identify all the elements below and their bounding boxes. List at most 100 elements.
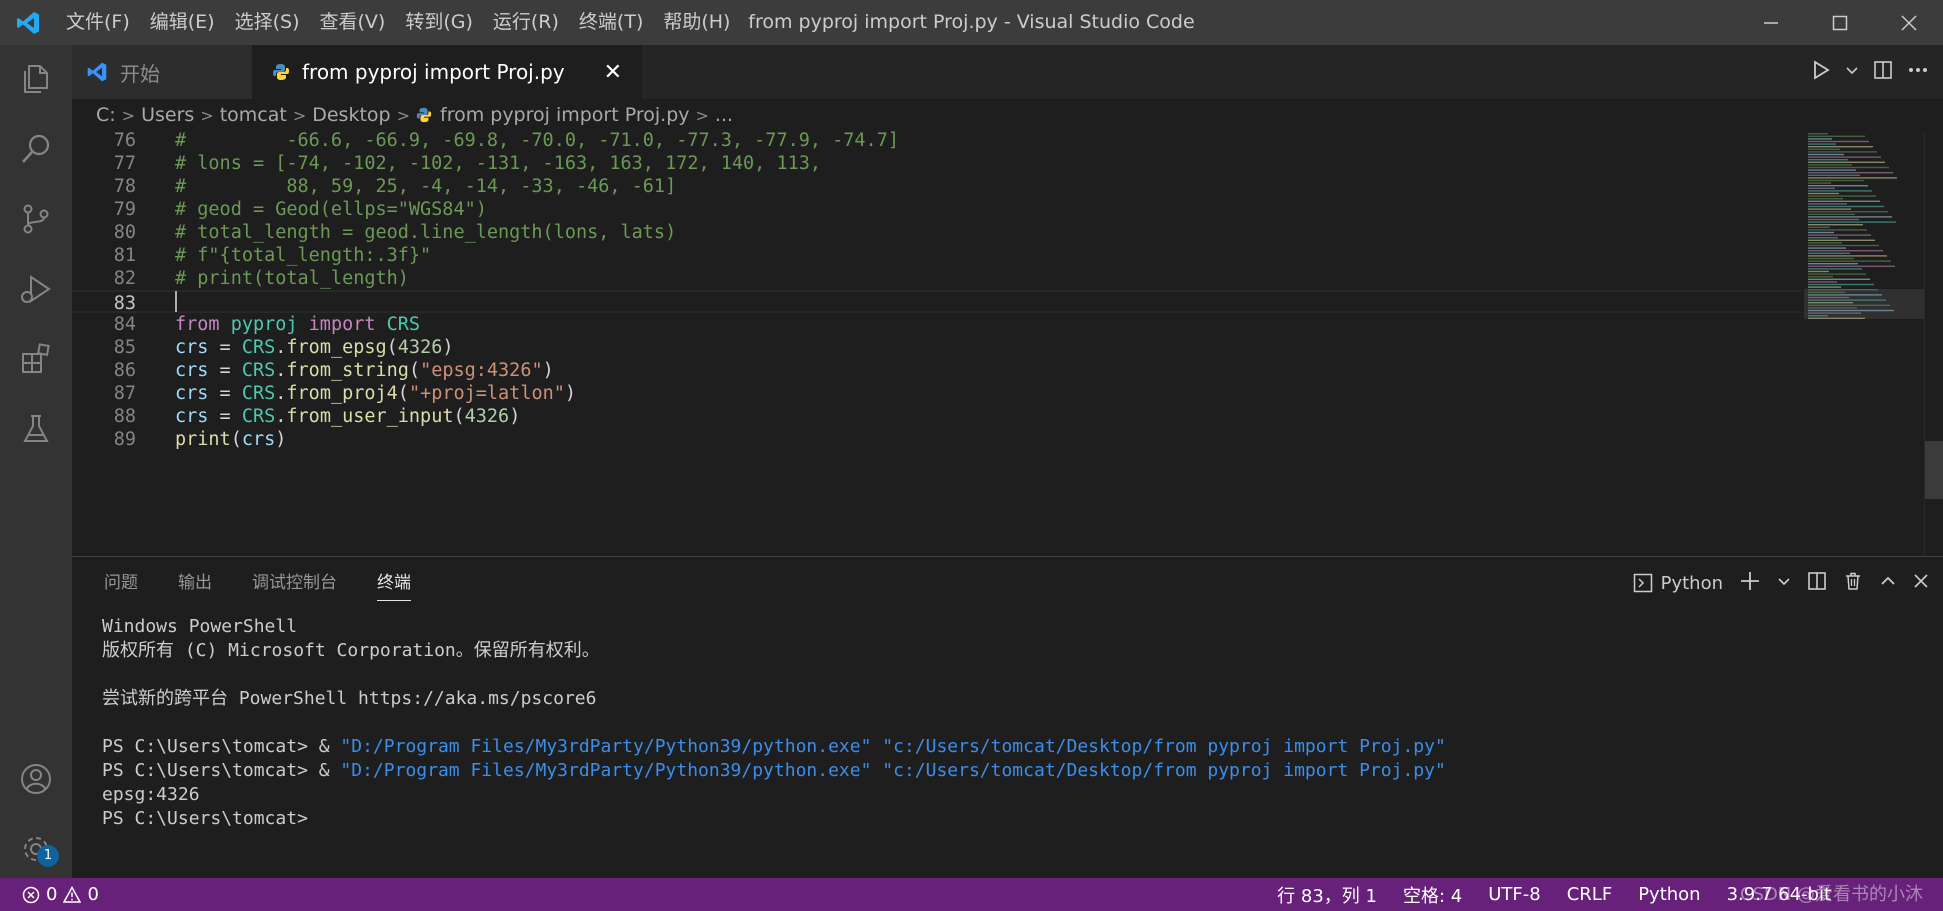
line-number: 80 (113, 222, 136, 243)
terminal-output[interactable]: Windows PowerShell 版权所有 (C) Microsoft Cor… (102, 615, 1902, 831)
breadcrumb-item[interactable]: tomcat (220, 104, 287, 126)
terminal-line: 版权所有 (C) Microsoft Corporation。保留所有权利。 (102, 640, 600, 661)
error-count: 0 (46, 884, 58, 905)
close-panel-button[interactable] (1913, 573, 1929, 593)
code-text: # f"{total_length:.3f}" (175, 245, 432, 266)
panel-tabs: 问题 输出 调试控制台 终端 (72, 557, 451, 609)
menu-terminal[interactable]: 终端(T) (569, 0, 653, 45)
terminal-line: PS C:\Users\tomcat> & "D:/Program Files/… (102, 760, 1446, 781)
breadcrumb-item[interactable]: C: (96, 104, 116, 126)
breadcrumb-item[interactable]: Users (141, 104, 194, 126)
menu-bar: 文件(F) 编辑(E) 选择(S) 查看(V) 转到(G) 运行(R) 终端(T… (56, 0, 740, 45)
run-debug-button[interactable] (0, 255, 72, 323)
code-text: print(crs) (175, 429, 287, 450)
terminal-icon (1633, 573, 1652, 593)
kill-terminal-button[interactable] (1843, 571, 1863, 595)
menu-help[interactable]: 帮助(H) (653, 0, 740, 45)
text-cursor (175, 291, 177, 312)
search-button[interactable] (0, 115, 72, 183)
vscode-logo-icon (0, 0, 56, 45)
close-window-button[interactable] (1874, 0, 1943, 45)
code-text: crs = CRS.from_epsg(4326) (175, 337, 454, 358)
bottom-panel: 问题 输出 调试控制台 终端 Python Windows PowerShell… (72, 556, 1943, 878)
trash-icon (1846, 572, 1860, 590)
terminal-dropdown-button[interactable] (1777, 574, 1791, 593)
tab-close-button[interactable]: ✕ (604, 60, 622, 85)
maximize-panel-button[interactable] (1879, 572, 1897, 594)
maximize-button[interactable] (1805, 0, 1874, 45)
line-number: 87 (113, 383, 136, 404)
indentation-status[interactable]: 空格: 4 (1403, 882, 1462, 908)
chevron-right-icon: > (695, 105, 709, 125)
code-text: crs = CRS.from_user_input(4326) (175, 406, 521, 427)
editor-scrollbar-thumb[interactable] (1925, 441, 1943, 499)
encoding-status[interactable]: UTF-8 (1488, 884, 1540, 905)
breadcrumb-item[interactable]: from pyproj import Proj.py (440, 104, 690, 126)
code-text: # lons = [-74, -102, -102, -131, -163, 1… (175, 153, 822, 174)
menu-edit[interactable]: 编辑(E) (140, 0, 225, 45)
code-text: # geod = Geod(ellps="WGS84") (175, 199, 487, 220)
chevron-down-icon (1846, 66, 1858, 74)
manage-button[interactable] (0, 815, 72, 883)
terminal-line: Windows PowerShell (102, 616, 298, 637)
terminal-line: PS C:\Users\tomcat> (102, 808, 308, 829)
minimize-button[interactable] (1736, 0, 1805, 45)
code-line: 86 crs = CRS.from_string("epsg:4326") (72, 359, 1802, 382)
menu-file[interactable]: 文件(F) (56, 0, 140, 45)
play-icon (1814, 60, 1830, 80)
source-control-button[interactable] (0, 185, 72, 253)
eol-status[interactable]: CRLF (1567, 884, 1612, 905)
accounts-button[interactable] (0, 745, 72, 813)
flask-icon (23, 415, 49, 442)
code-line: 76 # -66.6, -66.9, -69.8, -70.0, -71.0, -… (72, 131, 1802, 152)
line-number: 83 (113, 293, 136, 314)
menu-selection[interactable]: 选择(S) (225, 0, 310, 45)
account-icon (21, 764, 51, 794)
problems-status[interactable]: 0 0 (0, 884, 99, 905)
tab-welcome-label: 开始 (120, 61, 160, 86)
more-actions-button[interactable] (1907, 60, 1929, 84)
cursor-position[interactable]: 行 83，列 1 (1277, 882, 1377, 908)
run-file-button[interactable] (1811, 60, 1831, 84)
split-terminal-button[interactable] (1807, 571, 1827, 595)
chevron-right-icon: > (292, 105, 307, 125)
menu-view[interactable]: 查看(V) (310, 0, 396, 45)
tab-active-file[interactable]: from pyproj import Proj.py ✕ (252, 45, 642, 99)
editor-scrollbar[interactable] (1924, 131, 1943, 556)
split-terminal-icon (1808, 572, 1826, 590)
tab-debug-console[interactable]: 调试控制台 (252, 557, 337, 609)
code-text: # total_length = geod.line_length(lons, … (175, 222, 677, 243)
split-editor-button[interactable] (1873, 60, 1893, 84)
menu-run[interactable]: 运行(R) (483, 0, 569, 45)
warning-count: 0 (87, 884, 99, 905)
panel-actions: Python (1633, 557, 1929, 609)
terminal-line: epsg:4326 (102, 784, 200, 805)
testing-button[interactable] (0, 395, 72, 463)
explorer-button[interactable] (0, 45, 72, 113)
code-line: 85 crs = CRS.from_epsg(4326) (72, 336, 1802, 359)
line-number: 89 (113, 429, 136, 450)
code-line: 87 crs = CRS.from_proj4("+proj=latlon") (72, 382, 1802, 405)
line-number: 88 (113, 406, 136, 427)
maximize-icon (1832, 15, 1847, 30)
terminal-selector[interactable]: Python (1633, 573, 1723, 594)
breadcrumb-item[interactable]: ... (715, 104, 733, 126)
close-icon (1914, 574, 1928, 588)
tab-output[interactable]: 输出 (178, 557, 212, 609)
extensions-button[interactable] (0, 325, 72, 393)
code-editor[interactable]: 76 # -66.6, -66.9, -69.8, -70.0, -71.0, -… (72, 131, 1943, 556)
line-number: 77 (113, 153, 136, 174)
run-dropdown-button[interactable] (1845, 63, 1859, 82)
tab-terminal[interactable]: 终端 (377, 557, 411, 609)
minimap[interactable] (1804, 131, 1924, 331)
language-status[interactable]: Python (1638, 884, 1700, 905)
breadcrumb-item[interactable]: Desktop (312, 104, 390, 126)
tab-problems[interactable]: 问题 (104, 557, 138, 609)
watermark: CSDN @爱看书的小沐 (1739, 884, 1923, 905)
menu-go[interactable]: 转到(G) (395, 0, 483, 45)
chevron-up-icon (1881, 576, 1895, 585)
run-debug-icon (21, 275, 51, 303)
tab-welcome[interactable]: 开始 (72, 45, 252, 99)
new-terminal-button[interactable] (1739, 570, 1761, 596)
